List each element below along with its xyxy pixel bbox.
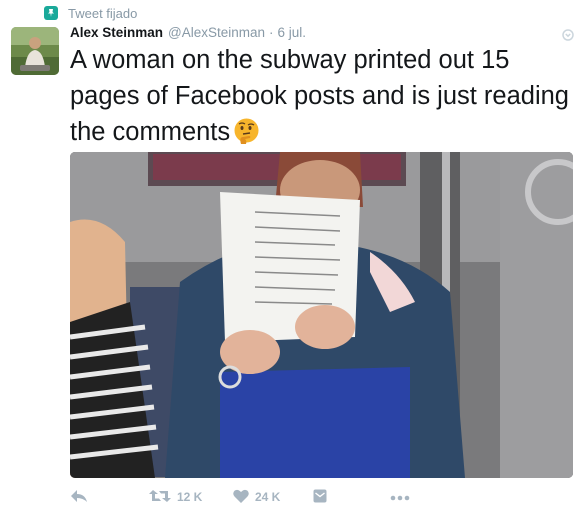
- tweet-date[interactable]: 6 jul.: [278, 25, 307, 40]
- more-icon: [390, 490, 410, 504]
- author-name[interactable]: Alex Steinman: [70, 25, 163, 40]
- author-handle[interactable]: @AlexSteinman: [168, 25, 265, 40]
- avatar[interactable]: [11, 27, 59, 75]
- more-button[interactable]: [390, 486, 410, 508]
- retweet-icon: [149, 488, 171, 507]
- chevron-down-icon[interactable]: [562, 28, 574, 41]
- like-button[interactable]: 24 K: [233, 486, 280, 508]
- pinned-indicator: Tweet fijado: [44, 4, 137, 22]
- separator: ·: [269, 25, 274, 40]
- tweet-text: A woman on the subway printed out 15 pag…: [70, 42, 570, 150]
- author-row: Alex Steinman @AlexSteinman · 6 jul.: [70, 25, 306, 40]
- direct-message-button[interactable]: [313, 486, 327, 508]
- reply-button[interactable]: [70, 486, 88, 508]
- retweet-button[interactable]: 12 K: [149, 486, 202, 508]
- thinking-face-emoji: [233, 117, 260, 144]
- reply-icon: [70, 489, 88, 506]
- like-count: 24 K: [255, 490, 281, 504]
- pinned-label: Tweet fijado: [68, 5, 138, 21]
- pin-icon: [44, 6, 58, 20]
- tweet-photo[interactable]: [70, 152, 573, 478]
- tweet-actions: 12 K 24 K: [70, 486, 490, 508]
- message-icon: [313, 489, 327, 506]
- retweet-count: 12 K: [177, 490, 203, 504]
- tweet-body: A woman on the subway printed out 15 pag…: [70, 46, 569, 146]
- heart-icon: [233, 489, 249, 506]
